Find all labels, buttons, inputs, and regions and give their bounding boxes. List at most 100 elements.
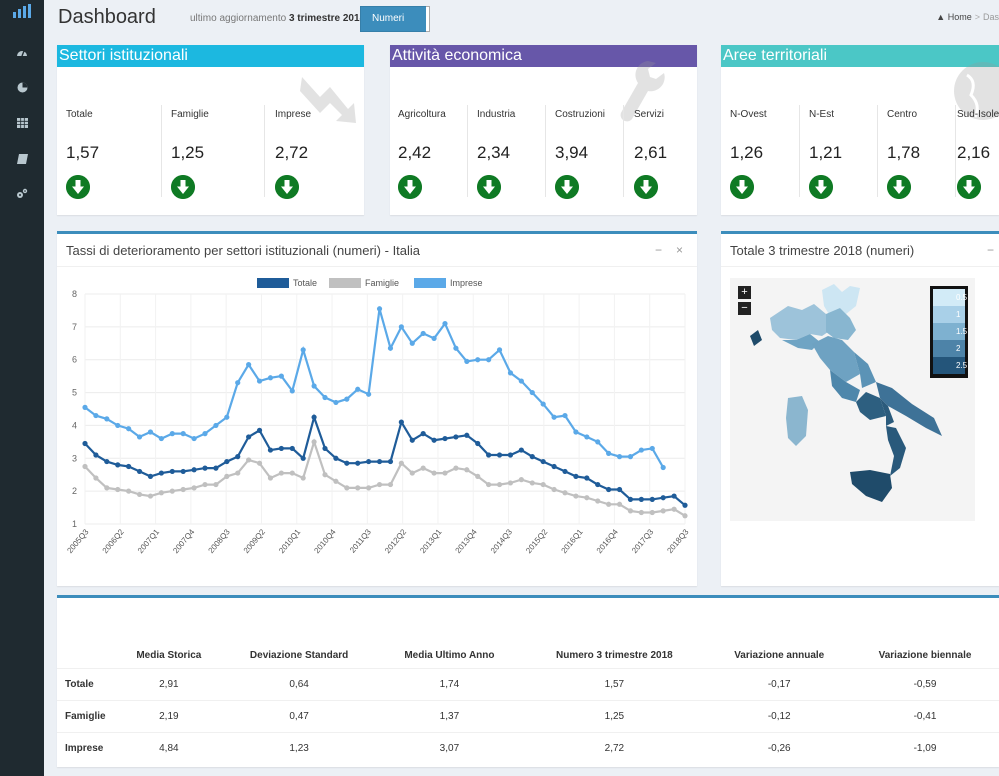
y-tick-label: 7 — [72, 322, 77, 332]
data-point — [246, 434, 252, 440]
metric-label: Centro — [887, 109, 918, 120]
metric-label: Sud-Isole — [957, 109, 999, 120]
region-corsica — [750, 330, 762, 346]
home-icon[interactable]: ▲ — [936, 12, 945, 22]
data-point — [278, 373, 284, 379]
data-point — [333, 478, 339, 484]
data-point — [671, 506, 677, 512]
data-point — [224, 473, 230, 479]
data-point — [115, 422, 121, 429]
data-point — [202, 465, 208, 471]
legend-item: 0.5 — [933, 289, 967, 306]
data-point — [573, 429, 579, 435]
metric-label: Servizi — [634, 109, 665, 120]
data-point — [115, 462, 121, 468]
data-point — [453, 434, 459, 440]
data-point — [224, 414, 230, 420]
x-tick-label: 2016Q4 — [595, 527, 621, 555]
line-chart-box: Tassi di deterioramento per settori isti… — [57, 231, 697, 586]
data-point — [486, 481, 492, 488]
data-point — [387, 458, 394, 465]
data-point — [595, 439, 601, 445]
data-point — [649, 496, 655, 502]
data-point — [376, 481, 383, 488]
card-attivita-economica: Attività economica Agricoltura 2,42 Indus… — [390, 45, 697, 215]
numeri-button[interactable]: Numeri — [360, 6, 430, 32]
map-canvas[interactable]: + − 0.5 1 1.5 2 2.5 — [730, 278, 975, 521]
close-button[interactable]: × — [676, 243, 683, 257]
y-tick-label: 5 — [72, 388, 77, 398]
x-tick-label: 2010Q1 — [277, 527, 303, 555]
data-point — [126, 426, 132, 432]
data-point — [158, 435, 164, 442]
y-tick-label: 1 — [72, 519, 77, 529]
data-point — [191, 467, 197, 473]
region-sardinia — [786, 396, 808, 446]
data-point — [486, 357, 492, 363]
table-row: Totale 2,91 0,64 1,74 1,57 -0,17 -0,59 — [57, 668, 999, 700]
data-point — [671, 493, 677, 499]
data-point — [376, 306, 383, 312]
data-point — [300, 455, 306, 461]
data-point — [191, 435, 197, 442]
data-point — [289, 445, 295, 452]
cogs-icon[interactable] — [13, 186, 31, 200]
dashboard-icon[interactable] — [13, 45, 31, 59]
x-tick-label: 2017Q3 — [630, 527, 656, 555]
data-point — [409, 437, 415, 443]
data-point — [507, 452, 514, 458]
sidebar — [0, 0, 44, 776]
table-cell: 1,74 — [439, 678, 460, 690]
data-point — [453, 345, 459, 351]
box-divider — [57, 266, 697, 267]
data-point — [126, 463, 132, 470]
x-tick-label: 2015Q2 — [524, 527, 550, 555]
row-label: Famiglie — [65, 710, 106, 722]
data-point — [104, 458, 110, 465]
region-north-center — [826, 308, 856, 340]
data-point — [660, 495, 666, 501]
data-point — [147, 473, 154, 479]
y-tick-label: 6 — [72, 355, 77, 365]
y-tick-label: 8 — [72, 289, 77, 299]
breadcrumb-home[interactable]: Home — [948, 12, 972, 22]
data-point — [256, 427, 263, 433]
data-point — [311, 439, 317, 445]
data-point — [300, 475, 306, 481]
data-point — [638, 509, 644, 516]
data-point — [475, 357, 481, 363]
pie-chart-icon[interactable] — [13, 80, 31, 94]
bar-chart-icon[interactable] — [12, 4, 34, 18]
data-point — [376, 458, 383, 465]
metric-value: 1,21 — [809, 143, 843, 162]
data-point — [366, 485, 372, 491]
metric-value: 1,26 — [730, 143, 764, 162]
data-point — [420, 465, 426, 471]
arrow-down-icon — [730, 175, 754, 199]
region-north-west — [770, 304, 834, 340]
data-point — [627, 496, 634, 502]
data-point — [660, 508, 666, 514]
minimize-button[interactable]: − — [655, 243, 662, 257]
legend-label: Imprese — [450, 278, 483, 288]
data-point — [638, 447, 644, 453]
column-divider — [264, 105, 265, 197]
metric-value: 3,94 — [555, 143, 589, 162]
arrow-down-icon — [634, 175, 658, 199]
box-divider — [721, 266, 999, 267]
page-title: Dashboard — [58, 6, 156, 28]
table-icon[interactable] — [13, 116, 31, 130]
map-minimize-button[interactable]: − — [987, 243, 994, 257]
x-tick-label: 2010Q4 — [312, 527, 338, 555]
book-icon[interactable] — [13, 152, 31, 166]
legend-item: 2.5 — [933, 357, 967, 374]
legend-swatch — [257, 278, 289, 288]
data-point — [627, 454, 634, 460]
data-point — [191, 485, 197, 491]
data-point — [169, 468, 175, 475]
table-cell: 1,23 — [289, 742, 309, 754]
numeri-toggle-edge[interactable] — [426, 6, 430, 32]
legend-label: Famiglie — [365, 278, 399, 288]
card-aree-territoriali: Aree territoriali N-Ovest 1,26 N-Est 1,21 … — [721, 45, 999, 215]
data-point — [126, 488, 132, 494]
